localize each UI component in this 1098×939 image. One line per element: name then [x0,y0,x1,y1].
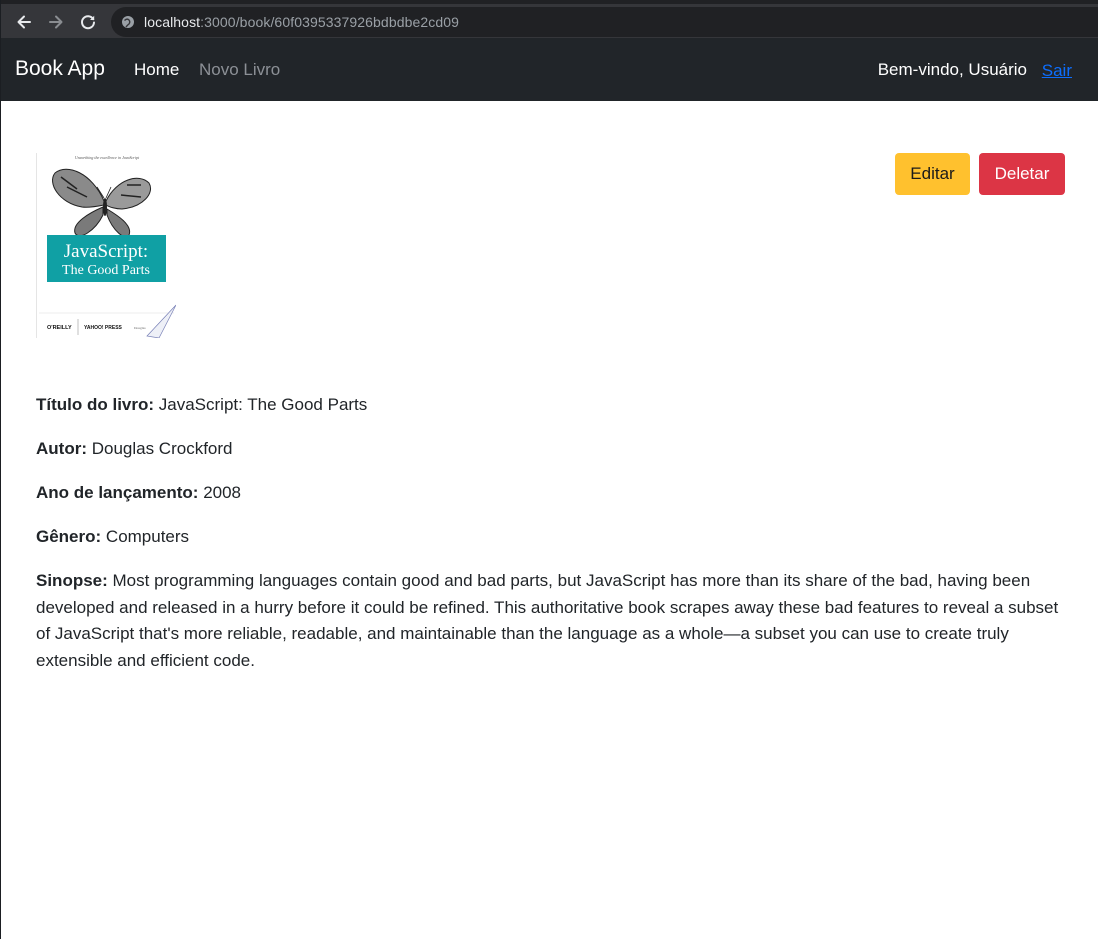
book-cover-image: Unearthing the excellence in JavaScript … [36,153,177,339]
cover-title-line2: The Good Parts [62,263,150,278]
url-path: :3000/book/60f0395337926bdbdbe2cd09 [200,14,460,30]
nav-home-link[interactable]: Home [134,60,179,80]
detail-title-label: Título do livro: [36,395,155,414]
detail-synopsis: Sinopse: Most programming languages cont… [36,568,1066,674]
delete-button[interactable]: Deletar [979,153,1065,195]
detail-title: Título do livro: JavaScript: The Good Pa… [36,392,1066,418]
detail-year: Ano de lançamento: 2008 [36,480,1066,506]
app-navbar: Book App Home Novo Livro Bem-vindo, Usuá… [1,38,1098,101]
browser-toolbar: localhost:3000/book/60f0395337926bdbdbe2… [1,0,1098,38]
cover-author-small: Douglas [134,326,146,330]
back-arrow-icon[interactable] [11,9,37,35]
book-details: Título do livro: JavaScript: The Good Pa… [36,392,1066,692]
detail-title-value: JavaScript: The Good Parts [154,395,368,414]
detail-author-value: Douglas Crockford [86,439,233,458]
forward-arrow-icon[interactable] [43,9,69,35]
edit-button[interactable]: Editar [895,153,970,195]
butterfly-illustration [52,168,151,238]
app-window: localhost:3000/book/60f0395337926bdbdbe2… [0,0,1098,939]
detail-synopsis-label: Sinopse: [36,571,108,590]
detail-author: Autor: Douglas Crockford [36,436,1066,462]
reload-icon[interactable] [75,9,101,35]
detail-synopsis-value: Most programming languages contain good … [36,571,1059,670]
detail-genre-label: Gênero: [36,527,102,546]
detail-genre: Gênero: Computers [36,524,1066,550]
detail-author-label: Autor: [36,439,87,458]
detail-year-label: Ano de lançamento: [36,483,199,502]
detail-year-value: 2008 [198,483,242,502]
site-info-icon[interactable] [121,15,135,29]
brand-logo[interactable]: Book App [15,57,105,81]
nav-new-book-link[interactable]: Novo Livro [199,60,280,80]
detail-genre-value: Computers [101,527,190,546]
address-bar[interactable]: localhost:3000/book/60f0395337926bdbdbe2… [111,7,1098,37]
cover-title-line1: JavaScript: [64,241,148,262]
cover-copublisher: YAHOO! PRESS [84,325,123,331]
logout-link[interactable]: Sair [1042,61,1072,81]
cover-publisher: O'REILLY [47,325,72,331]
url-host: localhost [144,14,201,30]
cover-tagline: Unearthing the excellence in JavaScript [75,155,140,160]
welcome-text: Bem-vindo, Usuário [877,60,1027,79]
url-text: localhost:3000/book/60f0395337926bdbdbe2… [144,14,459,30]
